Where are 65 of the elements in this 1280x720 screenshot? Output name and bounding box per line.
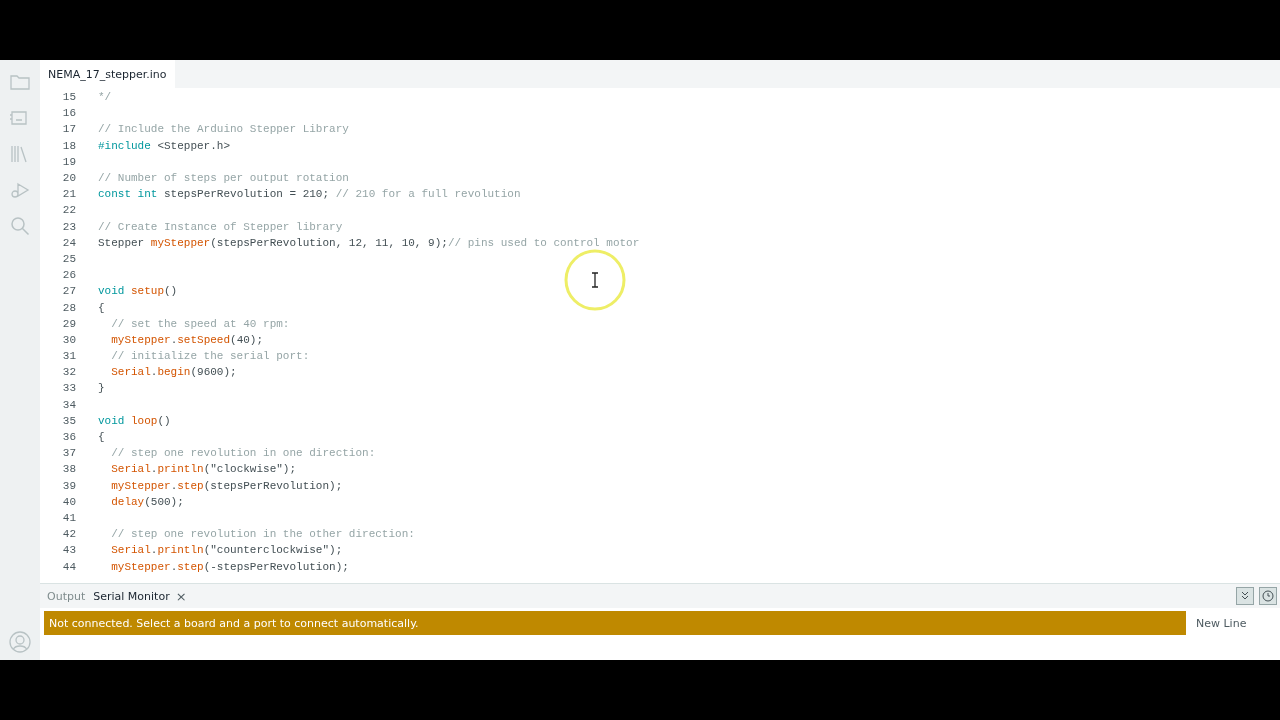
code-line: } <box>98 382 105 395</box>
line-number: 44 <box>61 560 76 573</box>
code-line: #include <Stepper.h> <box>98 139 231 152</box>
code-line: { <box>98 301 105 314</box>
code-line: Stepper myStepper(stepsPerRevolution, 12, 11, 10, 9);// pins used to control motor <box>98 236 640 249</box>
code-line: Serial.begin(9600); <box>110 366 237 379</box>
panel-tab[interactable]: Serial Monitor × <box>90 586 190 606</box>
line-number: 22 <box>61 204 76 217</box>
code-line: // initialize the serial port: <box>110 350 310 363</box>
line-number: 18 <box>61 139 76 152</box>
line-number: 21 <box>61 188 76 201</box>
line-number: 17 <box>61 123 76 136</box>
close-icon[interactable]: × <box>175 588 187 604</box>
line-number: 24 <box>61 236 76 249</box>
double-chevron-down-icon <box>1240 591 1250 601</box>
code-line: // step one revolution in the other direction: <box>110 528 415 541</box>
line-number: 26 <box>61 269 76 282</box>
line-number: 39 <box>61 479 76 492</box>
code-line: // set the speed at 40 rpm: <box>110 317 290 330</box>
code-line: // Include the Arduino Stepper Library <box>98 123 349 136</box>
line-number: 30 <box>61 333 76 346</box>
code-line: */ <box>98 91 112 104</box>
timestamp-button[interactable] <box>1259 587 1277 605</box>
line-number: 19 <box>61 155 76 168</box>
line-number: 37 <box>61 447 76 460</box>
line-number: 40 <box>61 495 76 508</box>
code-line: void loop() <box>98 414 171 427</box>
code-line: myStepper.step(-stepsPerRevolution); <box>110 560 349 573</box>
line-number: 41 <box>61 511 76 524</box>
code-line: myStepper.step(stepsPerRevolution); <box>110 479 343 492</box>
line-number: 23 <box>61 220 76 233</box>
line-number: 25 <box>61 252 76 265</box>
line-number: 36 <box>61 431 76 444</box>
code-line: // step one revolution in one direction: <box>110 447 376 460</box>
code-line: Serial.println("clockwise"); <box>110 463 297 476</box>
code-line: void setup() <box>98 285 178 298</box>
code-line: const int stepsPerRevolution = 210; // 210 for a full revolution <box>98 188 521 201</box>
line-ending-dropdown[interactable]: New Line <box>1186 616 1280 630</box>
code-line: // Number of steps per output rotation <box>98 172 349 185</box>
code-line: // Create Instance of Stepper library <box>98 220 343 233</box>
line-number: 27 <box>61 285 76 298</box>
not-connected-notice: Not connected. Select a board and a port to connect automatically. <box>44 611 1186 635</box>
code-line: Serial.println("counterclockwise"); <box>110 544 343 557</box>
cursor-highlight-icon <box>563 248 627 312</box>
line-number: 28 <box>61 301 76 314</box>
line-number: 16 <box>61 107 76 120</box>
search-icon[interactable] <box>8 214 32 238</box>
code-line: myStepper.setSpeed(40); <box>110 333 264 346</box>
line-number: 20 <box>61 172 76 185</box>
line-number: 31 <box>61 350 76 363</box>
line-number: 34 <box>61 398 76 411</box>
line-number: 38 <box>61 463 76 476</box>
line-number: 42 <box>61 528 76 541</box>
line-number: 15 <box>61 91 76 104</box>
line-number: 35 <box>61 414 76 427</box>
line-number: 43 <box>61 544 76 557</box>
file-tab[interactable]: NEMA_17_stepper.ino <box>40 60 175 88</box>
clock-icon <box>1262 590 1274 602</box>
scroll-down-button[interactable] <box>1236 587 1254 605</box>
code-line: delay(500); <box>110 495 184 508</box>
account-icon[interactable] <box>8 630 32 654</box>
code-line: { <box>98 431 105 444</box>
line-number: 29 <box>61 317 76 330</box>
line-number: 32 <box>61 366 76 379</box>
line-number: 33 <box>61 382 76 395</box>
